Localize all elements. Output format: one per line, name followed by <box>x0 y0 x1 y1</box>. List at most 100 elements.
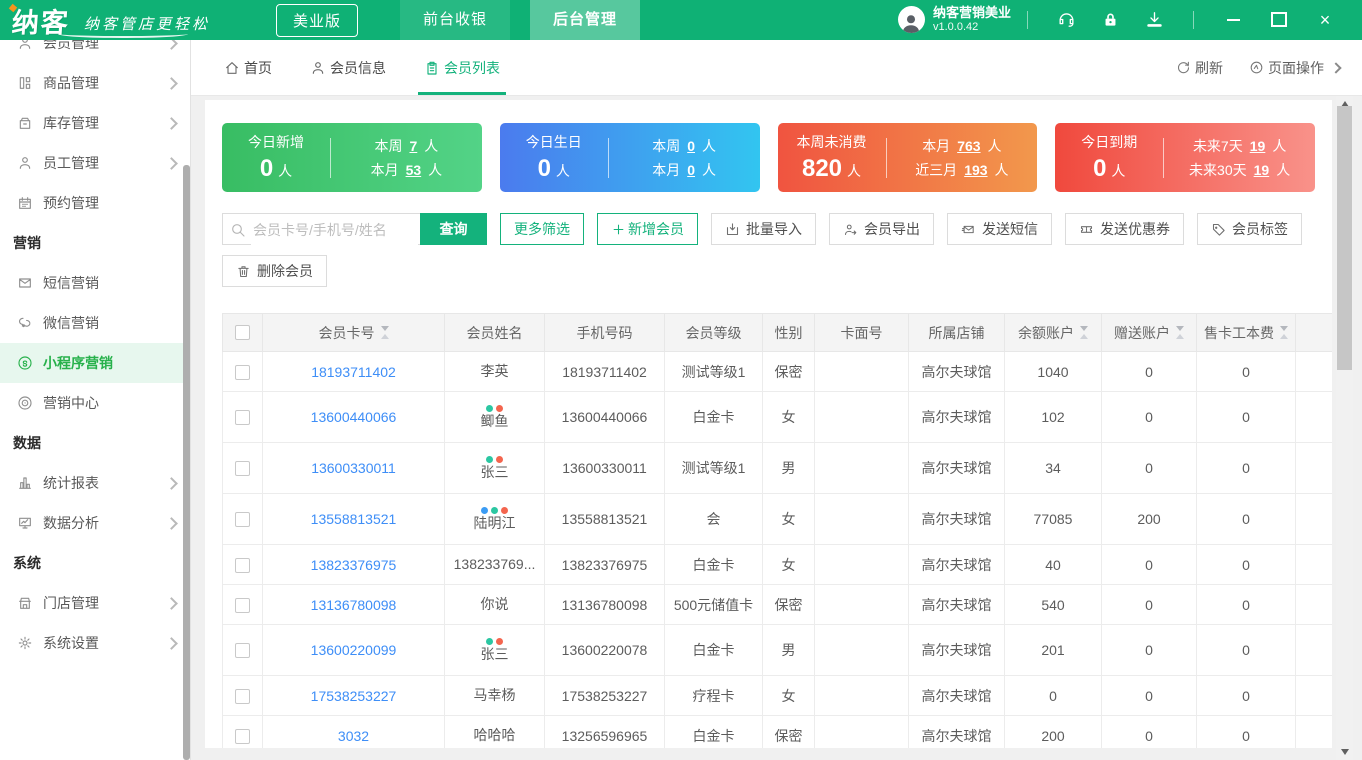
sort-control[interactable] <box>1280 326 1288 339</box>
sidebar-item[interactable]: 预约管理 <box>0 183 190 223</box>
sort-control[interactable] <box>380 326 389 339</box>
row-checkbox[interactable] <box>235 410 250 426</box>
sort-control[interactable] <box>1080 326 1088 339</box>
member-card-link[interactable]: 13600220099 <box>311 642 397 658</box>
toolbar-button[interactable]: 删除会员 <box>222 255 327 287</box>
sidebar-item[interactable]: 商品管理 <box>0 63 190 103</box>
button-label: 会员标签 <box>1232 221 1288 237</box>
row-checkbox[interactable] <box>235 461 250 477</box>
row-checkbox[interactable] <box>235 728 250 744</box>
primary-toolbar-button[interactable]: 新增会员 <box>597 213 698 245</box>
member-card-link[interactable]: 13823376975 <box>311 557 397 573</box>
row-checkbox[interactable] <box>235 557 250 573</box>
sidebar-item[interactable]: 库存管理 <box>0 103 190 143</box>
search-input[interactable] <box>251 214 418 246</box>
member-phone: 17538253227 <box>544 675 665 716</box>
sidebar-item-label: 营销中心 <box>43 395 99 411</box>
stat-line-value-link[interactable]: 53 <box>406 162 422 178</box>
member-name-cell: 李英 <box>444 351 545 392</box>
member-name: 张三 <box>480 463 509 480</box>
sidebar-item[interactable]: 微信营销 <box>0 303 190 343</box>
member-card-link[interactable]: 13136780098 <box>311 597 397 613</box>
toolbar-button[interactable]: 会员导出 <box>829 213 934 245</box>
row-checkbox[interactable] <box>235 688 250 704</box>
sidebar-item[interactable]: 系统设置 <box>0 623 190 663</box>
sidebar-item[interactable]: 数据分析 <box>0 503 190 543</box>
download-icon[interactable] <box>1145 10 1164 29</box>
toolbar-button[interactable]: 发送优惠券 <box>1065 213 1184 245</box>
headset-icon[interactable] <box>1057 10 1076 29</box>
card-fee: 0 <box>1196 351 1296 392</box>
row-checkbox[interactable] <box>235 597 250 613</box>
sidebar-item[interactable]: 门店管理 <box>0 583 190 623</box>
row-checkbox[interactable] <box>235 364 250 380</box>
content-scrollbar[interactable] <box>1336 96 1353 760</box>
row-checkbox[interactable] <box>235 643 250 659</box>
close-button[interactable]: × <box>1316 11 1334 29</box>
refresh-button[interactable]: 刷新 <box>1176 58 1223 78</box>
member-phone: 18193711402 <box>544 351 665 392</box>
sidebar-item[interactable]: 营销中心 <box>0 383 190 423</box>
sidebar-item[interactable]: 统计报表 <box>0 463 190 503</box>
wechat-icon <box>17 315 33 331</box>
sidebar-item[interactable]: 员工管理 <box>0 143 190 183</box>
stat-line: 近三月 193 人 <box>915 160 1008 180</box>
nav-back-admin[interactable]: 后台管理 <box>530 0 641 40</box>
stat-line-value-link[interactable]: 7 <box>409 138 417 154</box>
stat-line-value-link[interactable]: 19 <box>1254 162 1270 178</box>
page-ops-button[interactable]: 页面操作 <box>1249 58 1342 78</box>
sidebar-scrollbar[interactable] <box>183 165 190 760</box>
member-card-link[interactable]: 13600330011 <box>311 460 396 476</box>
member-gender: 保密 <box>762 584 815 625</box>
stat-line-value-link[interactable]: 763 <box>957 138 980 154</box>
member-card-link[interactable]: 3032 <box>338 728 369 744</box>
member-card-link[interactable]: 17538253227 <box>311 688 397 704</box>
stat-line-value-link[interactable]: 193 <box>964 162 987 178</box>
toolbar-button[interactable]: 批量导入 <box>711 213 816 245</box>
sidebar-item[interactable]: 会员管理 <box>0 40 190 63</box>
lock-icon[interactable] <box>1102 11 1119 29</box>
stat-line: 本周 7 人 <box>374 136 438 156</box>
row-checkbox[interactable] <box>235 512 250 528</box>
stat-card-main: 今日新增 0 人 <box>222 132 330 183</box>
tab[interactable]: 首页 <box>224 40 272 95</box>
toolbar-button[interactable]: 发送短信 <box>947 213 1052 245</box>
stat-card: 今日新增 0 人本周 7 人本月 53 人 <box>222 123 482 192</box>
sidebar-item[interactable]: 小程序营销 <box>0 343 190 383</box>
member-gender: 女 <box>762 675 815 716</box>
stat-line-value-link[interactable]: 19 <box>1250 138 1266 154</box>
scroll-down-arrow[interactable] <box>1336 744 1353 760</box>
tag-dot-red <box>496 404 503 412</box>
maximize-button[interactable] <box>1270 11 1288 29</box>
toolbar-button[interactable]: 会员标签 <box>1197 213 1302 245</box>
card-face <box>814 493 909 545</box>
tag-dot-blue <box>481 506 488 514</box>
nav-front-cashier[interactable]: 前台收银 <box>400 0 511 40</box>
select-all-checkbox[interactable] <box>235 325 250 340</box>
stat-line: 未来7天 19 人 <box>1193 136 1286 156</box>
primary-toolbar-button[interactable]: 更多筛选 <box>500 213 584 245</box>
member-card-link[interactable]: 18193711402 <box>311 364 396 380</box>
member-gender: 保密 <box>762 351 815 392</box>
tab[interactable]: 会员列表 <box>418 40 506 95</box>
member-card-link[interactable]: 13600440066 <box>311 409 397 425</box>
member-icon <box>310 60 326 76</box>
member-name-cell: 张三 <box>444 442 545 494</box>
balance-amount: 1040 <box>1004 351 1102 392</box>
search-button[interactable]: 查询 <box>420 213 487 245</box>
scrollbar-thumb[interactable] <box>1337 106 1352 370</box>
avatar[interactable] <box>897 6 925 34</box>
gift-amount: 0 <box>1101 624 1197 676</box>
member-card-link[interactable]: 13558813521 <box>311 511 397 527</box>
tab[interactable]: 会员信息 <box>310 40 386 95</box>
column-header-label: 卡面号 <box>840 324 883 341</box>
member-name: 138233769... <box>453 555 536 572</box>
edition-badge[interactable]: 美业版 <box>276 3 359 37</box>
sort-control[interactable] <box>1176 326 1184 339</box>
member-store: 高尔夫球馆 <box>908 493 1005 545</box>
stat-line-label: 本月 <box>922 137 951 154</box>
sidebar-item[interactable]: 短信营销 <box>0 263 190 303</box>
minimize-button[interactable] <box>1224 11 1242 29</box>
stat-line-value-link[interactable]: 0 <box>687 162 695 178</box>
stat-line-value-link[interactable]: 0 <box>687 138 695 154</box>
